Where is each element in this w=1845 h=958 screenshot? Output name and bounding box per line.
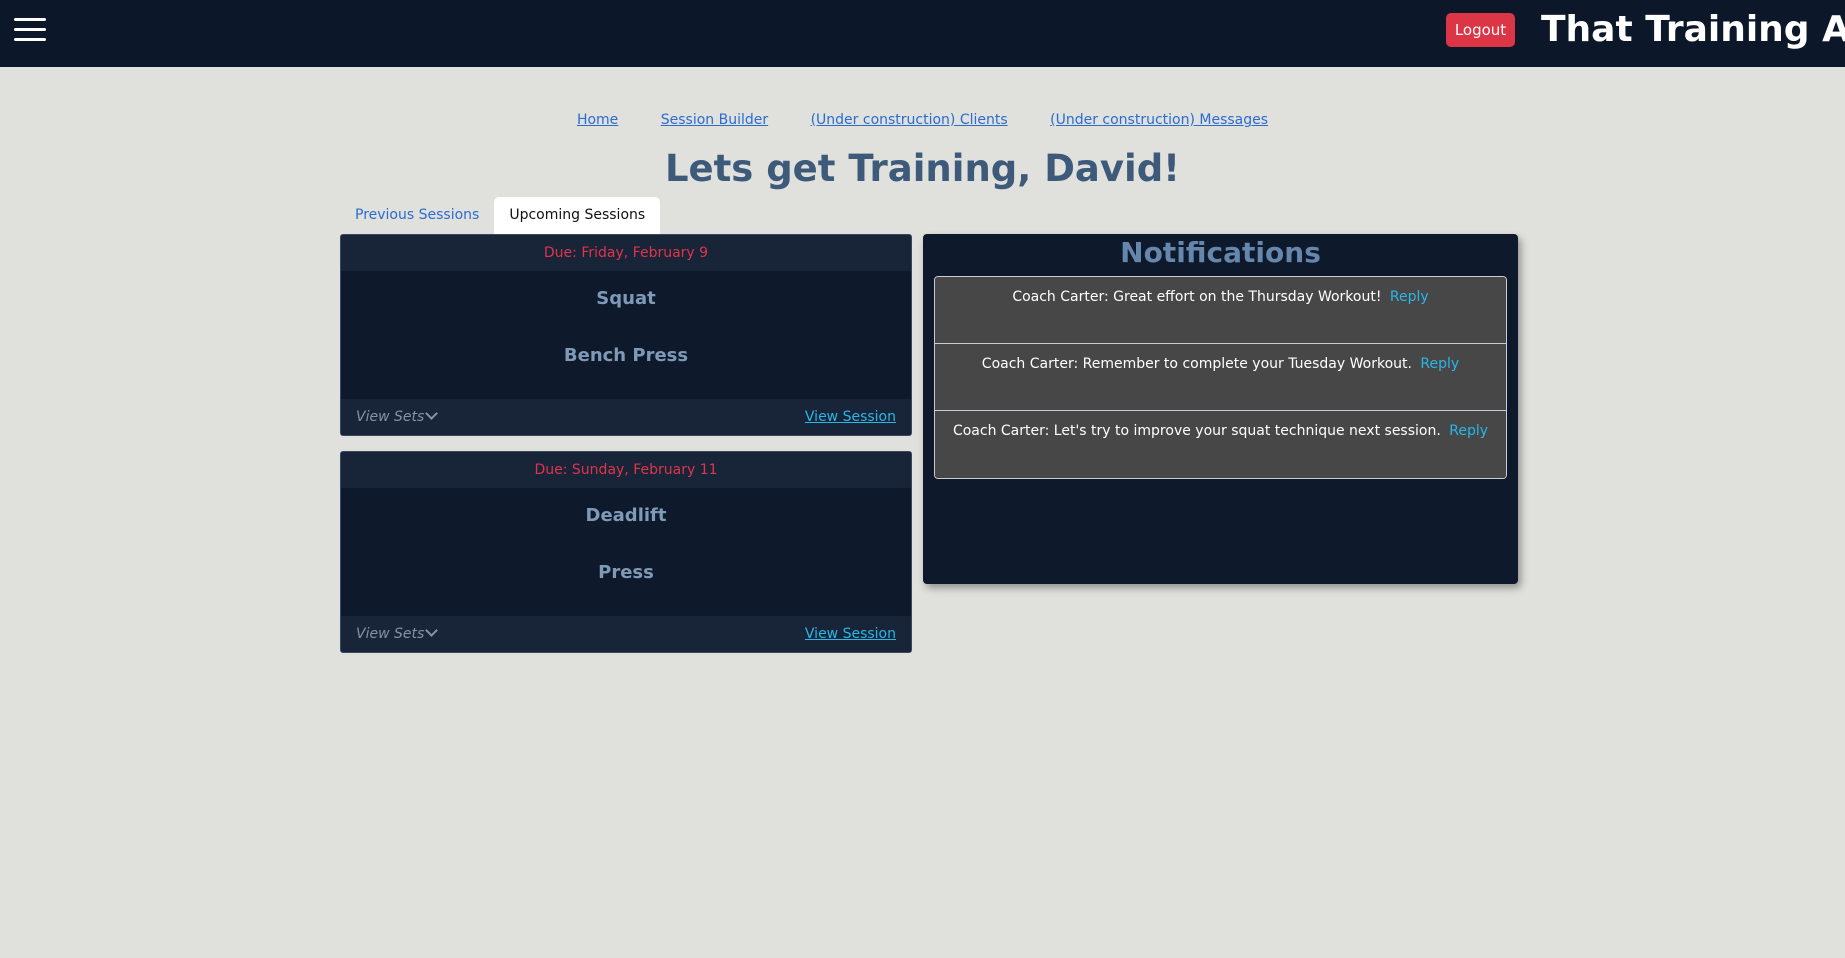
notifications-list: Coach Carter: Great effort on the Thursd… bbox=[934, 276, 1507, 479]
hamburger-line bbox=[14, 28, 46, 31]
nav-link-session-builder[interactable]: Session Builder bbox=[661, 112, 768, 128]
notification-text: Coach Carter: Let's try to improve your … bbox=[952, 423, 1441, 439]
session-due-date: Due: Sunday, February 11 bbox=[341, 452, 911, 488]
session-exercises: Deadlift Press bbox=[341, 488, 911, 616]
reply-link[interactable]: Reply bbox=[1420, 356, 1459, 372]
notifications-title: Notifications bbox=[1120, 236, 1321, 269]
view-session-link[interactable]: View Session bbox=[805, 399, 896, 435]
tab-previous-sessions[interactable]: Previous Sessions bbox=[340, 197, 494, 234]
reply-link[interactable]: Reply bbox=[1390, 289, 1429, 305]
session-card: Due: Sunday, February 11 Deadlift Press … bbox=[340, 451, 912, 653]
reply-link[interactable]: Reply bbox=[1449, 423, 1488, 439]
session-due-date: Due: Friday, February 9 bbox=[341, 235, 911, 271]
session-list: Due: Friday, February 9 Squat Bench Pres… bbox=[340, 234, 912, 668]
hamburger-line bbox=[14, 38, 46, 41]
session-card-footer: View Sets View Session bbox=[341, 616, 911, 652]
page-title: Lets get Training, David! bbox=[664, 147, 1181, 190]
notification-item: Coach Carter: Let's try to improve your … bbox=[935, 411, 1506, 478]
notifications-panel: Notifications Coach Carter: Great effort… bbox=[923, 234, 1518, 584]
session-exercises: Squat Bench Press bbox=[341, 271, 911, 399]
view-sets-toggle[interactable]: View Sets bbox=[356, 399, 439, 435]
logout-button[interactable]: Logout bbox=[1446, 13, 1515, 47]
exercise-name: Deadlift bbox=[585, 505, 667, 526]
nav-link-messages[interactable]: (Under construction) Messages bbox=[1050, 112, 1268, 128]
exercise-name: Press bbox=[598, 562, 654, 583]
exercise-name: Bench Press bbox=[563, 345, 689, 366]
nav-link-clients[interactable]: (Under construction) Clients bbox=[811, 112, 1008, 128]
view-sets-toggle[interactable]: View Sets bbox=[356, 616, 439, 652]
view-session-link[interactable]: View Session bbox=[805, 616, 896, 652]
exercise-name: Squat bbox=[596, 288, 656, 309]
nav-link-home[interactable]: Home bbox=[577, 112, 618, 128]
hamburger-line bbox=[14, 18, 46, 21]
hamburger-icon[interactable] bbox=[14, 16, 46, 44]
session-card-footer: View Sets View Session bbox=[341, 399, 911, 435]
app-title: That Training App bbox=[1541, 9, 1845, 50]
notification-item: Coach Carter: Great effort on the Thursd… bbox=[935, 277, 1506, 344]
chevron-down-icon bbox=[425, 624, 439, 637]
notification-text: Coach Carter: Remember to complete your … bbox=[981, 356, 1412, 372]
chevron-down-icon bbox=[425, 407, 439, 420]
session-tabs: Previous Sessions Upcoming Sessions bbox=[340, 197, 661, 234]
nav-links: Home Session Builder (Under construction… bbox=[0, 112, 1845, 128]
view-sets-label: View Sets bbox=[356, 626, 425, 642]
notification-text: Coach Carter: Great effort on the Thursd… bbox=[1012, 289, 1382, 305]
top-bar: Logout That Training App bbox=[0, 0, 1845, 67]
session-card: Due: Friday, February 9 Squat Bench Pres… bbox=[340, 234, 912, 436]
view-sets-label: View Sets bbox=[356, 409, 425, 425]
notification-item: Coach Carter: Remember to complete your … bbox=[935, 344, 1506, 411]
tab-upcoming-sessions[interactable]: Upcoming Sessions bbox=[494, 197, 661, 234]
